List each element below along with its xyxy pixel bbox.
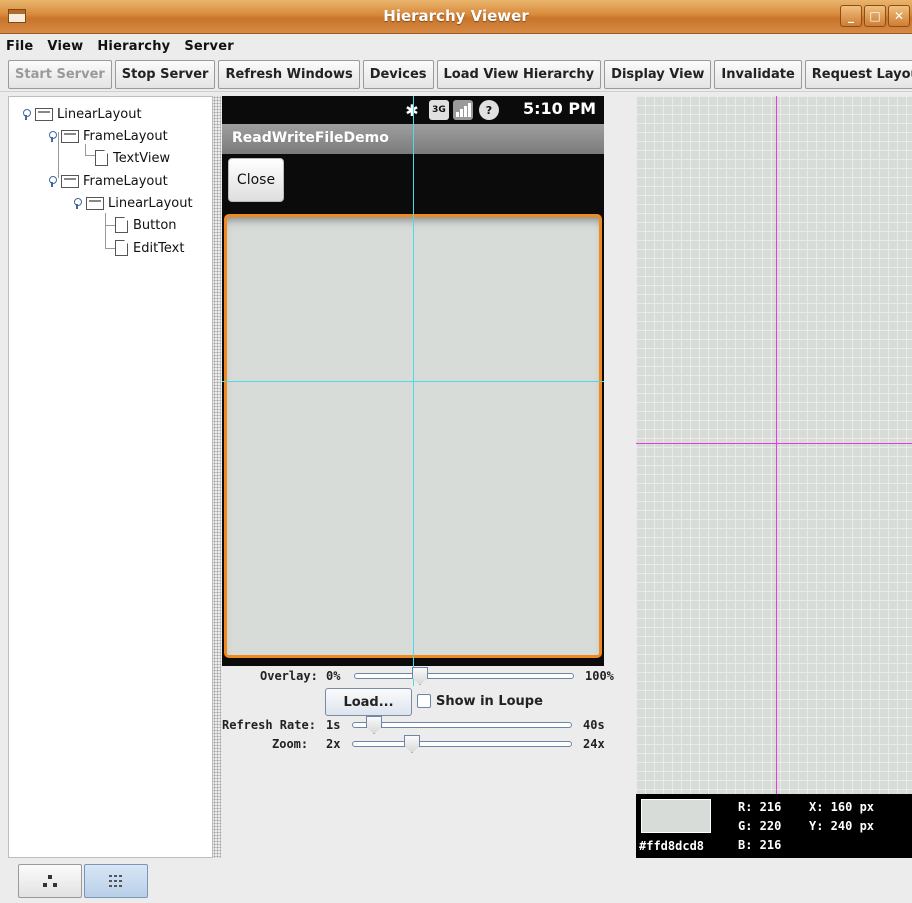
panel-splitter[interactable] [213, 96, 221, 858]
overlay-min-label: 0% [326, 669, 341, 683]
app-title: ReadWriteFileDemo [232, 130, 389, 146]
show-in-loupe-label[interactable]: Show in Loupe [436, 694, 543, 709]
load-button[interactable]: Load... [325, 688, 412, 716]
devices-button[interactable]: Devices [362, 60, 434, 89]
folder-icon [61, 174, 79, 188]
overlay-slider-thumb[interactable] [412, 667, 428, 685]
tree-connector [105, 213, 106, 249]
document-icon [115, 240, 128, 256]
tree-connector [105, 225, 115, 226]
window-title: Hierarchy Viewer [383, 7, 529, 25]
pixel-x: X: 160 px [809, 800, 875, 814]
signal-icon [453, 100, 473, 120]
folder-icon [86, 196, 104, 210]
display-view-button[interactable]: Display View [604, 60, 712, 89]
3g-icon: 3G [429, 100, 449, 120]
invalidate-button[interactable]: Invalidate [714, 60, 802, 89]
overlay-max-label: 100% [585, 669, 614, 683]
crosshair-vertical [413, 96, 414, 686]
folder-icon [61, 129, 79, 143]
tree-node[interactable]: FrameLayout [47, 170, 168, 192]
hierarchy-viewer-window: Hierarchy Viewer _ □ ✕ File View Hierarc… [0, 0, 912, 903]
overlay-label: Overlay: [260, 669, 318, 683]
request-layout-button[interactable]: Request Layout [804, 60, 912, 89]
minimize-button[interactable]: _ [840, 5, 862, 27]
expand-handle-icon[interactable] [21, 109, 31, 120]
tree-node-label: LinearLayout [57, 106, 142, 122]
refresh-max-label: 40s [583, 718, 605, 732]
title-bar: Hierarchy Viewer _ □ ✕ [0, 0, 912, 34]
tree-node[interactable]: LinearLayout [72, 192, 193, 214]
pixel-hex: #ffd8dcd8 [639, 839, 705, 853]
tree-connector [105, 248, 115, 249]
expand-handle-icon[interactable] [47, 131, 57, 142]
menu-hierarchy[interactable]: Hierarchy [97, 39, 170, 54]
loupe-crosshair-vertical [776, 96, 777, 794]
pixel-info-panel: #ffd8dcd8 R: 216 G: 220 B: 216 X: 160 px… [636, 794, 912, 858]
menu-view[interactable]: View [47, 39, 83, 54]
tree-node-label: Button [133, 217, 177, 233]
refresh-rate-label: Refresh Rate: [222, 718, 316, 732]
refresh-min-label: 1s [326, 718, 341, 732]
load-view-hierarchy-button[interactable]: Load View Hierarchy [436, 60, 602, 89]
expand-handle-icon[interactable] [47, 176, 57, 187]
tree-node[interactable]: LinearLayout [21, 103, 142, 125]
tree-node[interactable]: TextView [95, 147, 170, 169]
toolbar: Start Server Stop Server Refresh Windows… [0, 58, 912, 92]
view-tree-panel: LinearLayout FrameLayout TextView FrameL… [8, 96, 213, 858]
pixel-y: Y: 240 px [809, 819, 875, 833]
pixel-green: G: 220 [738, 819, 782, 833]
tree-node-label: EditText [133, 240, 185, 256]
pixel-loupe[interactable] [636, 96, 912, 794]
tree-view-toggle-button[interactable] [18, 864, 82, 898]
pixel-blue: B: 216 [738, 838, 782, 852]
bluetooth-icon: ✱ [402, 100, 422, 120]
refresh-rate-slider[interactable] [352, 722, 572, 728]
menu-bar: File View Hierarchy Server [0, 34, 912, 58]
zoom-max-label: 24x [583, 737, 605, 751]
alert-icon: ? [479, 100, 499, 120]
loupe-crosshair-horizontal [636, 443, 912, 444]
maximize-button[interactable]: □ [864, 5, 886, 27]
grid-icon [109, 875, 122, 887]
tree-node[interactable]: FrameLayout [47, 125, 168, 147]
menu-server[interactable]: Server [184, 39, 234, 54]
document-icon [115, 217, 128, 233]
status-time: 5:10 PM [522, 99, 596, 118]
zoom-slider[interactable] [352, 741, 572, 747]
color-swatch [641, 799, 711, 833]
zoom-min-label: 2x [326, 737, 341, 751]
refresh-windows-button[interactable]: Refresh Windows [218, 60, 360, 89]
tree-connector [85, 155, 95, 156]
close-window-button[interactable]: ✕ [888, 5, 910, 27]
tree-node-label: TextView [113, 150, 171, 166]
close-button[interactable]: Close [228, 158, 284, 202]
hierarchy-icon [43, 875, 57, 887]
tree-node[interactable]: EditText [115, 237, 184, 259]
expand-handle-icon[interactable] [72, 198, 82, 209]
tree-node-label: FrameLayout [83, 128, 168, 144]
stop-server-button[interactable]: Stop Server [114, 60, 216, 89]
tree-node-label: LinearLayout [108, 195, 193, 211]
document-icon [95, 150, 108, 166]
pixel-perfect-toggle-button[interactable] [84, 864, 148, 898]
start-server-button[interactable]: Start Server [8, 60, 112, 89]
folder-icon [35, 107, 53, 121]
pixel-red: R: 216 [738, 800, 782, 814]
tree-node[interactable]: Button [115, 214, 177, 236]
crosshair-horizontal [222, 381, 604, 382]
tree-node-label: FrameLayout [83, 173, 168, 189]
show-in-loupe-checkbox[interactable] [417, 694, 431, 708]
overlay-slider[interactable] [354, 673, 574, 679]
zoom-label: Zoom: [272, 737, 309, 751]
menu-file[interactable]: File [6, 39, 33, 54]
refresh-rate-slider-thumb[interactable] [366, 716, 382, 734]
zoom-slider-thumb[interactable] [404, 735, 420, 753]
